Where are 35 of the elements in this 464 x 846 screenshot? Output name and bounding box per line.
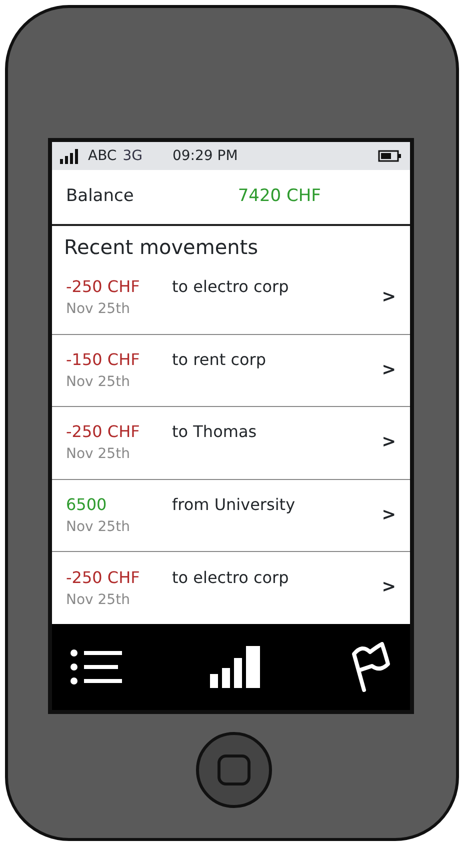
movement-row[interactable]: -250 CHF to Thomas Nov 25th > <box>52 407 410 480</box>
movement-date: Nov 25th <box>66 372 131 392</box>
network-type: 3G <box>122 146 142 166</box>
movement-row[interactable]: 6500 from University Nov 25th > <box>52 480 410 552</box>
movement-row[interactable]: -250 CHF to electro corp Nov 25th > <box>52 262 410 335</box>
chevron: > <box>382 576 396 600</box>
section-title: Recent movements <box>63 234 260 261</box>
movement-description: to Thomas <box>172 421 258 444</box>
movement-date: Nov 25th <box>66 445 131 464</box>
chevron: > <box>382 286 396 310</box>
movement-row[interactable]: -250 CHF to electro corp Nov 25th > <box>52 552 410 624</box>
chevron: > <box>382 358 396 382</box>
movement-row[interactable]: -150 CHF to rent corp Nov 25th > <box>52 334 410 408</box>
movement-description: from University <box>172 494 296 516</box>
list-icon[interactable] <box>70 647 124 687</box>
chevron: > <box>382 431 396 454</box>
balance-amount: 7420 CHF <box>238 185 321 208</box>
movement-description: to electro corp <box>172 566 290 589</box>
movement-amount: -250 CHF <box>66 566 141 589</box>
movement-amount: -150 CHF <box>66 348 141 371</box>
movement-date: Nov 25th <box>66 518 131 538</box>
movement-date: Nov 25th <box>66 300 131 320</box>
movement-date: Nov 25th <box>66 590 131 610</box>
movement-description: to electro corp <box>172 276 290 298</box>
square-icon <box>216 753 252 787</box>
balance-label: Balance <box>66 185 134 208</box>
movement-amount: -250 CHF <box>66 276 141 298</box>
movement-amount: -250 CHF <box>66 421 141 444</box>
carrier-name: ABC <box>88 146 117 166</box>
movement-amount: 6500 <box>66 494 108 516</box>
chevron: > <box>382 504 396 527</box>
movement-description: to rent corp <box>172 348 268 371</box>
clock-time: 09:29 PM <box>172 146 238 166</box>
flag-icon[interactable] <box>350 642 392 692</box>
battery-icon <box>378 150 402 162</box>
